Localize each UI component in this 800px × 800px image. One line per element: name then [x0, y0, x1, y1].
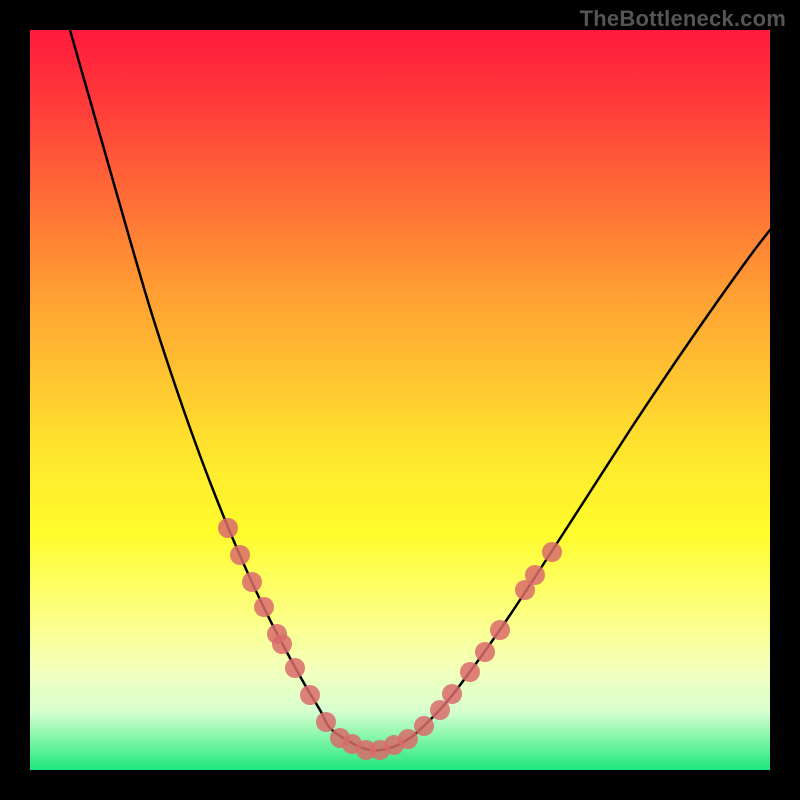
data-point [460, 662, 480, 682]
data-point [525, 565, 545, 585]
data-point [442, 684, 462, 704]
data-point [242, 572, 262, 592]
data-point [542, 542, 562, 562]
data-point [230, 545, 250, 565]
data-point [490, 620, 510, 640]
data-point [218, 518, 238, 538]
data-point [398, 729, 418, 749]
chart-frame: TheBottleneck.com [0, 0, 800, 800]
data-point [414, 716, 434, 736]
plot-area [30, 30, 770, 770]
curve-line [70, 30, 770, 750]
watermark-text: TheBottleneck.com [580, 6, 786, 32]
data-point [285, 658, 305, 678]
data-point [272, 634, 292, 654]
data-point [316, 712, 336, 732]
data-point [254, 597, 274, 617]
data-point [475, 642, 495, 662]
chart-svg [30, 30, 770, 770]
data-point [430, 700, 450, 720]
data-point [300, 685, 320, 705]
